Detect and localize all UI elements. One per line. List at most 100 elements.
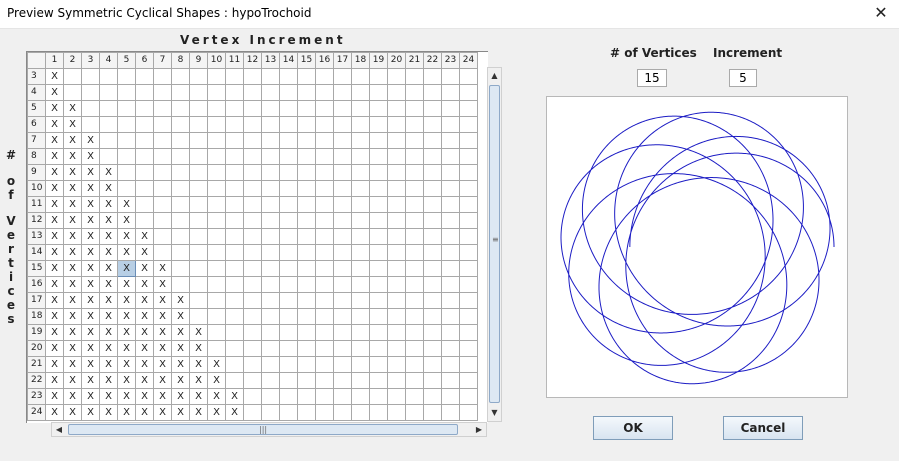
grid-cell[interactable] (279, 196, 298, 213)
grid-cell[interactable] (369, 100, 388, 117)
grid-cell[interactable] (423, 228, 442, 245)
grid-cell[interactable] (423, 260, 442, 277)
grid-cell[interactable] (405, 68, 424, 85)
grid-cell[interactable] (297, 404, 316, 421)
grid-cell[interactable]: X (99, 404, 118, 421)
grid-cell[interactable] (351, 132, 370, 149)
grid-cell[interactable] (441, 324, 460, 341)
grid-cell[interactable] (405, 100, 424, 117)
grid-cell[interactable] (279, 132, 298, 149)
grid-cell[interactable] (81, 68, 100, 85)
grid-cell[interactable] (225, 196, 244, 213)
grid-cell[interactable]: X (45, 372, 64, 389)
grid-cell[interactable] (225, 84, 244, 101)
grid-cell[interactable] (261, 148, 280, 165)
grid-cell[interactable]: X (81, 244, 100, 261)
grid-cell[interactable] (423, 132, 442, 149)
grid-cell[interactable] (351, 84, 370, 101)
grid-cell[interactable] (369, 388, 388, 405)
grid-cell[interactable] (387, 404, 406, 421)
grid-cell[interactable] (387, 68, 406, 85)
grid-cell[interactable] (171, 212, 190, 229)
grid-cell[interactable] (243, 212, 262, 229)
grid-cell[interactable] (153, 212, 172, 229)
grid-cell[interactable] (225, 260, 244, 277)
grid-cell[interactable] (189, 212, 208, 229)
grid-cell[interactable] (351, 276, 370, 293)
grid-cell[interactable]: X (99, 388, 118, 405)
grid-cell[interactable] (297, 164, 316, 181)
grid-cell[interactable] (153, 148, 172, 165)
column-header[interactable]: 3 (81, 52, 100, 69)
grid-cell[interactable] (441, 148, 460, 165)
grid-cell[interactable] (261, 292, 280, 309)
grid-cell[interactable]: X (63, 228, 82, 245)
grid-cell[interactable]: X (117, 244, 136, 261)
grid-cell[interactable] (225, 212, 244, 229)
grid-cell[interactable] (315, 196, 334, 213)
grid-cell[interactable] (297, 196, 316, 213)
grid-cell[interactable] (243, 356, 262, 373)
grid-cell[interactable]: X (117, 340, 136, 357)
grid-cell[interactable]: X (207, 404, 226, 421)
grid-cell[interactable] (279, 260, 298, 277)
grid-cell[interactable] (135, 164, 154, 181)
grid-cell[interactable] (351, 404, 370, 421)
grid-cell[interactable]: X (99, 212, 118, 229)
grid-cell[interactable] (351, 212, 370, 229)
grid-cell[interactable] (441, 68, 460, 85)
grid-cell[interactable] (333, 132, 352, 149)
grid-cell[interactable] (441, 388, 460, 405)
column-header[interactable]: 5 (117, 52, 136, 69)
grid-cell[interactable]: X (99, 164, 118, 181)
column-header[interactable]: 1 (45, 52, 64, 69)
grid-cell[interactable] (153, 164, 172, 181)
grid-cell[interactable] (279, 100, 298, 117)
grid-cell[interactable] (261, 340, 280, 357)
grid-cell[interactable]: X (135, 340, 154, 357)
scroll-up-icon[interactable]: ▲ (488, 68, 501, 84)
grid-cell[interactable] (207, 116, 226, 133)
grid-cell[interactable]: X (99, 372, 118, 389)
grid-cell[interactable] (261, 164, 280, 181)
grid-cell[interactable] (99, 100, 118, 117)
grid-cell[interactable] (387, 212, 406, 229)
grid-cell[interactable] (207, 212, 226, 229)
grid-cell[interactable] (369, 308, 388, 325)
grid-cell[interactable]: X (45, 196, 64, 213)
row-header[interactable]: 4 (27, 84, 46, 101)
grid-cell[interactable] (297, 388, 316, 405)
grid-cell[interactable] (225, 180, 244, 197)
grid-cell[interactable]: X (63, 164, 82, 181)
grid-cell[interactable] (243, 292, 262, 309)
grid-cell[interactable] (351, 228, 370, 245)
grid-cell[interactable] (351, 388, 370, 405)
grid-cell[interactable] (243, 404, 262, 421)
grid-cell[interactable] (171, 260, 190, 277)
grid-cell[interactable] (423, 404, 442, 421)
grid-cell[interactable]: X (99, 276, 118, 293)
grid-cell[interactable] (387, 100, 406, 117)
grid-cell[interactable] (297, 228, 316, 245)
grid-cell[interactable]: X (63, 324, 82, 341)
grid-cell[interactable] (207, 276, 226, 293)
grid-cell[interactable]: X (189, 356, 208, 373)
grid-cell[interactable] (189, 292, 208, 309)
grid-cell[interactable]: X (153, 372, 172, 389)
grid-cell[interactable] (459, 244, 478, 261)
grid-cell[interactable] (315, 404, 334, 421)
grid-cell[interactable] (315, 308, 334, 325)
grid-cell[interactable] (135, 100, 154, 117)
grid-cell[interactable] (441, 404, 460, 421)
grid-cell[interactable]: X (171, 372, 190, 389)
grid-cell[interactable]: X (153, 292, 172, 309)
grid-cell[interactable] (279, 68, 298, 85)
row-header[interactable]: 24 (27, 404, 46, 421)
grid-cell[interactable]: X (171, 308, 190, 325)
grid-cell[interactable]: X (99, 228, 118, 245)
grid-cell[interactable] (261, 212, 280, 229)
grid-cell[interactable] (315, 292, 334, 309)
grid-cell[interactable] (315, 276, 334, 293)
grid-cell[interactable] (189, 148, 208, 165)
grid-cell[interactable] (153, 68, 172, 85)
